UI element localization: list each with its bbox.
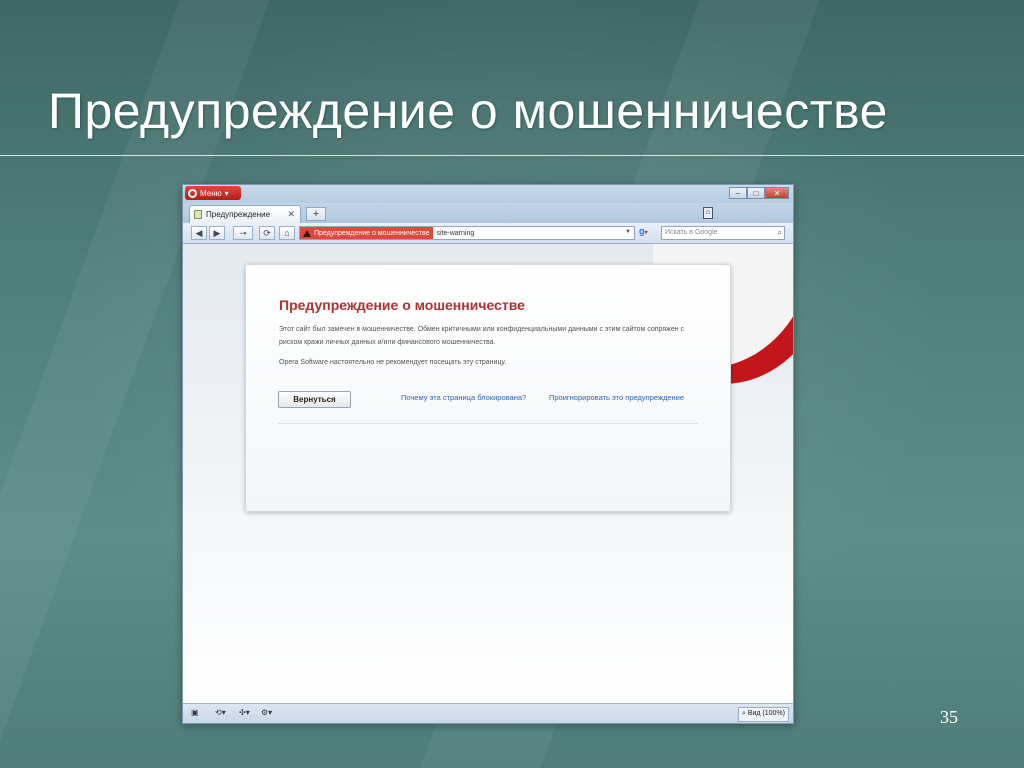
go-back-button[interactable]: Вернуться [278,391,351,408]
close-icon[interactable]: ✕ [765,187,789,199]
new-tab-button[interactable]: + [306,207,326,221]
zoom-control[interactable]: ⌕ Вид (100%) [737,707,789,722]
fraud-badge-label: Предупреждение о мошенничестве [314,229,430,237]
page-viewport: Предупреждение о мошенничестве Этот сайт… [183,244,793,703]
fraud-warning-card: Предупреждение о мошенничестве Этот сайт… [245,264,731,512]
search-input[interactable]: Искать в Google ⌕ [661,226,785,240]
trash-icon[interactable]: ⌂ [703,207,713,219]
warning-description: Этот сайт был замечен в мошенничестве. О… [279,326,685,346]
title-divider [0,155,1024,156]
back-icon[interactable]: ◀ [191,226,207,240]
search-placeholder: Искать в Google [665,229,718,236]
forward-icon[interactable]: ▶ [209,226,225,240]
reload-icon[interactable]: ⟳ [259,226,275,240]
turbo-icon[interactable]: ⟲▾ [215,708,226,717]
warning-icon [303,229,311,237]
search-icon[interactable]: ⌕ [778,227,782,239]
warning-heading: Предупреждение о мошенничестве [279,297,525,313]
status-bar: ▣ ⟲▾ ✣▾ ⚙▾ ⌕ Вид (100%) [183,703,793,723]
page-icon [194,210,202,219]
browser-titlebar: Меню ▾ – □ ✕ [183,185,793,203]
chevron-down-icon[interactable]: ▼ [625,229,631,235]
tab-warning[interactable]: Предупреждение ✕ [189,205,301,223]
unite-icon[interactable]: ✣▾ [239,708,250,717]
address-bar[interactable]: Предупреждение о мошенничестве site-warn… [299,226,635,240]
panel-toggle-icon[interactable]: ▣ [191,708,199,717]
home-icon[interactable]: ⌂ [279,226,295,240]
minimize-icon[interactable]: – [729,187,747,199]
fraud-warning-badge[interactable]: Предупреждение о мошенничестве [300,227,433,239]
tab-label: Предупреждение [206,210,271,219]
tab-close-icon[interactable]: ✕ [287,209,295,220]
google-icon[interactable]: g▾ [639,226,661,240]
opera-menu-button[interactable]: Меню ▾ [185,186,241,200]
ignore-warning-link[interactable]: Проигнорировать это предупреждение [549,393,684,402]
browser-window: Меню ▾ – □ ✕ Предупреждение ✕ + ⌂ ◀ ▶ ⊸ … [182,184,794,724]
restore-icon[interactable]: □ [747,187,765,199]
opera-logo-icon [188,188,197,198]
tab-bar: Предупреждение ✕ + ⌂ [183,203,793,223]
why-blocked-link[interactable]: Почему эта страница блокирована? [401,393,526,402]
settings-icon[interactable]: ⚙▾ [261,708,272,717]
page-number: 35 [940,707,958,727]
slide-title: Предупреждение о мошенничестве [48,83,888,139]
chevron-down-icon: ▾ [224,188,229,198]
menu-label: Меню [200,188,222,198]
window-controls: – □ ✕ [729,187,789,199]
warning-recommendation: Opera Software настоятельно не рекоменду… [279,359,507,366]
card-divider [278,423,698,424]
address-url: site-warning [436,229,475,237]
key-icon[interactable]: ⊸ [233,226,253,240]
navigation-toolbar: ◀ ▶ ⊸ ⟳ ⌂ Предупреждение о мошенничестве… [183,223,793,244]
